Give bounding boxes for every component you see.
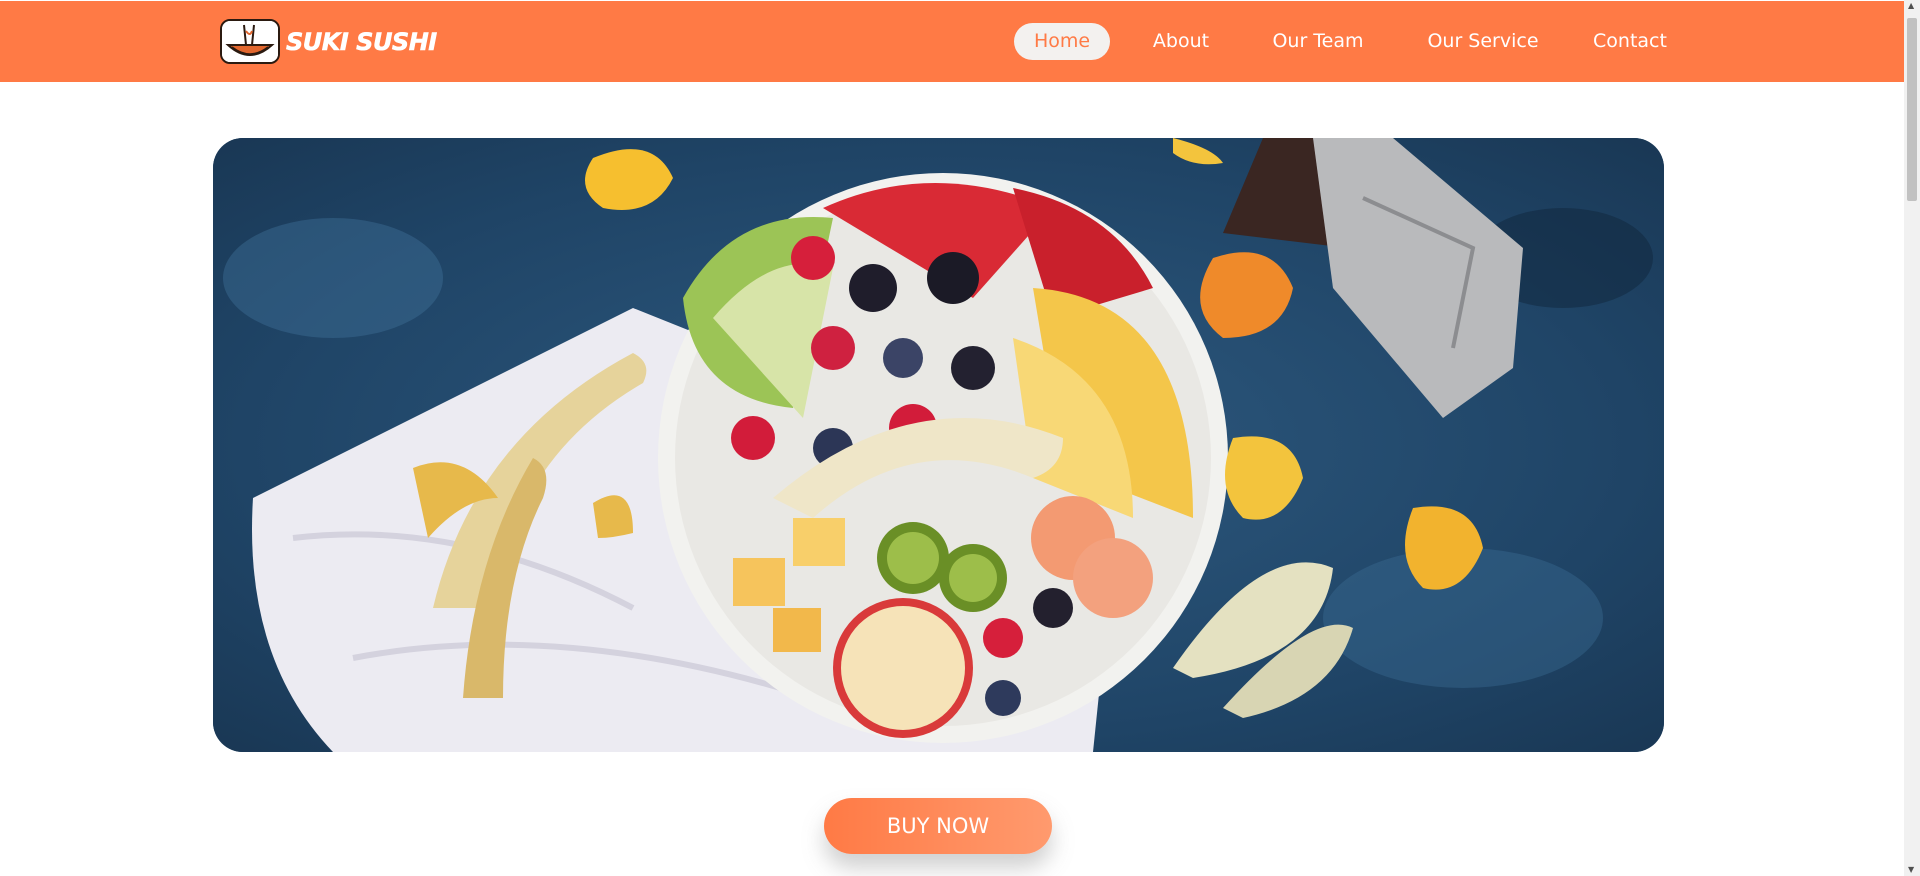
brand-logo[interactable]: SUKI SUSHI [220,19,438,64]
scroll-thumb[interactable] [1907,18,1917,201]
nav-about[interactable]: About [1148,23,1214,60]
nav-our-service[interactable]: Our Service [1420,23,1546,60]
brand-name: SUKI SUSHI [286,27,438,56]
vertical-scrollbar[interactable]: ▲ ▼ [1904,0,1920,876]
nav-home[interactable]: Home [1014,23,1110,60]
top-navbar: SUKI SUSHI Home About Our Team Our Servi… [0,1,1904,82]
scroll-up-icon[interactable]: ▲ [1908,2,1914,10]
buy-now-button[interactable]: BUY NOW [824,798,1052,854]
nav-contact[interactable]: Contact [1590,23,1670,60]
scroll-down-icon[interactable]: ▼ [1908,866,1914,874]
nav-our-team[interactable]: Our Team [1268,23,1368,60]
fruit-platter-illustration [213,138,1664,752]
noodle-bowl-logo-icon [220,19,280,64]
hero-image [213,138,1664,752]
